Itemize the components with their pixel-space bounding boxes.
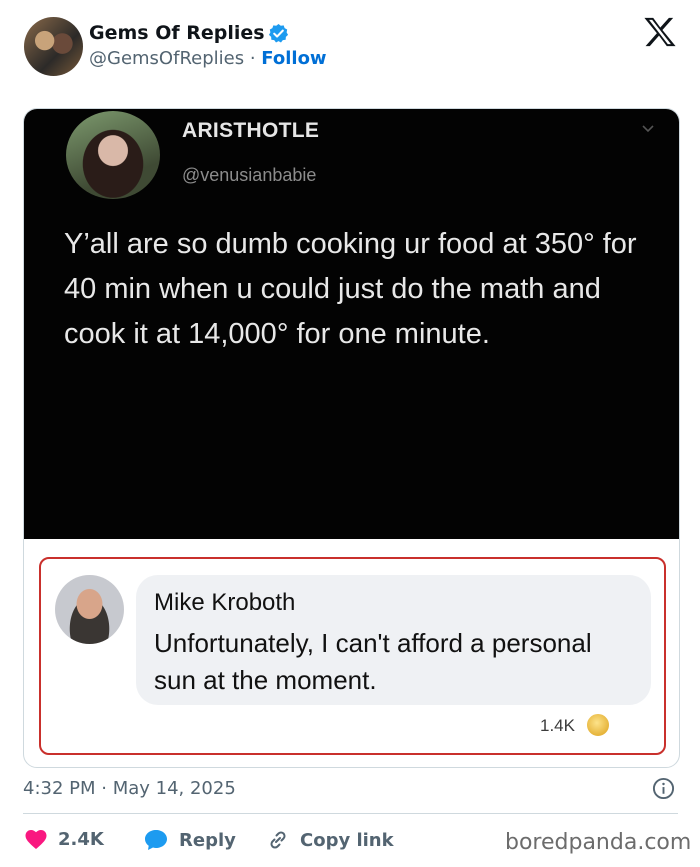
like-button[interactable]: 2.4K [24, 828, 104, 850]
info-icon[interactable] [652, 777, 675, 800]
author-avatar[interactable] [24, 17, 83, 76]
embedded-tweet-screenshot: ARISTHOTLE @venusianbabie Y’all are so d… [24, 109, 679, 539]
chevron-down-icon [642, 125, 654, 133]
embedded-handle: @venusianbabie [182, 165, 317, 185]
follow-button[interactable]: Follow [261, 48, 326, 69]
reply-author-name: Mike Kroboth [154, 589, 296, 616]
reply-text: Unfortunately, I can't afford a personal… [154, 628, 592, 695]
separator-dot: · [249, 48, 256, 69]
media-card[interactable]: ARISTHOTLE @venusianbabie Y’all are so d… [23, 108, 680, 768]
copy-link-label: Copy link [300, 829, 394, 851]
verified-icon [268, 23, 289, 43]
author-handle[interactable]: @GemsOfReplies [89, 48, 244, 69]
watermark: boredpanda.com [505, 830, 692, 855]
copy-link-button[interactable]: Copy link [266, 828, 394, 852]
embedded-avatar [66, 111, 160, 199]
tweet-timestamp[interactable]: 4:32 PM · May 14, 2025 [23, 778, 236, 799]
reaction-emoji-icon [585, 712, 611, 738]
author-display-name[interactable]: Gems Of Replies [89, 22, 265, 44]
x-logo-icon[interactable] [643, 16, 677, 48]
link-icon [270, 831, 286, 849]
reply-reaction-count: 1.4K [540, 716, 575, 735]
reply-label: Reply [179, 829, 236, 851]
reply-avatar [55, 575, 124, 644]
embedded-tweet-text: Y’all are so dumb cooking ur food at 350… [64, 228, 637, 350]
reply-button[interactable]: Reply [143, 828, 236, 852]
reply-bubble-icon [145, 830, 167, 850]
footer-divider [23, 813, 678, 814]
heart-icon [25, 830, 47, 849]
embedded-name: ARISTHOTLE [182, 119, 320, 142]
author-handle-line: @GemsOfReplies · Follow [89, 48, 327, 69]
like-count: 2.4K [58, 828, 104, 850]
